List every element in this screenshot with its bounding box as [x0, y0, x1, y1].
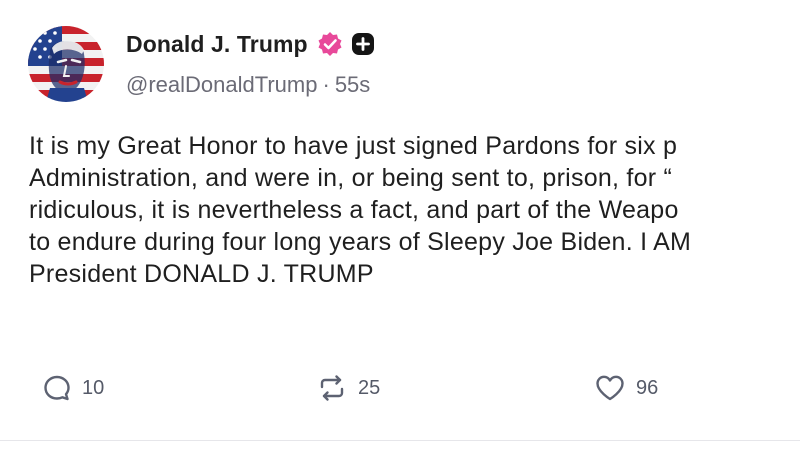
reply-icon [44, 375, 70, 401]
avatar[interactable] [28, 26, 104, 102]
author-meta-row: @realDonaldTrump · 55s [126, 72, 370, 98]
reply-count: 10 [82, 376, 105, 399]
post-body-line: Administration, and were in, or being se… [29, 164, 673, 192]
author-name-row: Donald J. Trump [126, 30, 375, 58]
repost-icon [320, 375, 344, 401]
like-button[interactable]: 96 [594, 368, 658, 408]
heart-icon [596, 375, 624, 401]
post-body-line: to endure during four long years of Slee… [29, 228, 692, 256]
author-display-name[interactable]: Donald J. Trump [126, 31, 308, 58]
reply-button[interactable]: 10 [42, 368, 104, 408]
post-actions: 10 25 96 [0, 368, 800, 408]
repost-button[interactable]: 25 [316, 368, 380, 408]
post-body-line: It is my Great Honor to have just signed… [29, 132, 678, 160]
post-body-line: ridiculous, it is nevertheless a fact, a… [29, 196, 679, 224]
flag-portrait-avatar-icon [28, 26, 104, 102]
like-count: 96 [636, 376, 659, 399]
author-handle[interactable]: @realDonaldTrump [126, 72, 317, 97]
plus-icon[interactable] [351, 32, 375, 56]
post-card: Donald J. Trump @realDonaldTrump · 55s It … [0, 0, 800, 450]
post-timestamp[interactable]: 55s [335, 72, 370, 97]
post-body-line: President DONALD J. TRUMP [29, 260, 374, 288]
verified-badge-icon [318, 32, 342, 56]
meta-separator: · [322, 72, 330, 97]
repost-count: 25 [358, 376, 381, 399]
post-body: It is my Great Honor to have just signed… [29, 130, 800, 290]
post-divider [0, 440, 800, 441]
